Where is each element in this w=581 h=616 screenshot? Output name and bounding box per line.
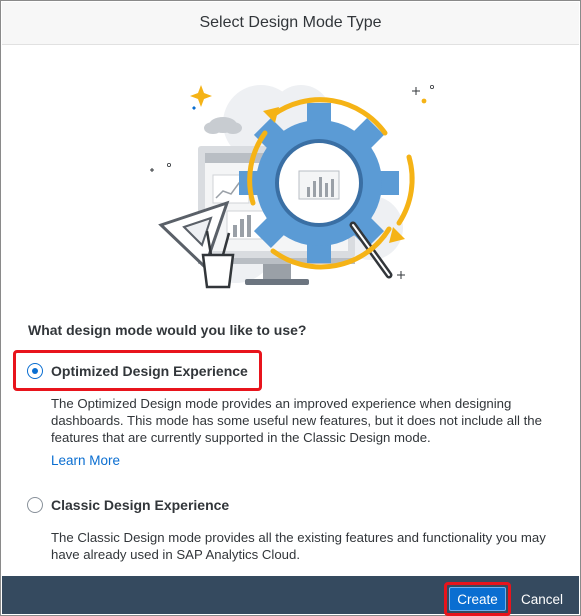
- design-mode-illustration: [150, 85, 434, 289]
- optimized-design-radio[interactable]: [27, 363, 43, 379]
- optimized-design-description: The Optimized Design mode provides an im…: [51, 396, 542, 445]
- cancel-button[interactable]: Cancel: [515, 587, 569, 611]
- dialog-header: Select Design Mode Type: [2, 2, 579, 45]
- classic-design-radio[interactable]: [27, 497, 43, 513]
- gear-icon: [239, 103, 399, 263]
- create-button[interactable]: Create: [449, 587, 506, 611]
- classic-design-label[interactable]: Classic Design Experience: [51, 497, 229, 513]
- learn-more-link[interactable]: Learn More: [51, 453, 120, 468]
- dialog-title: Select Design Mode Type: [199, 14, 382, 31]
- optimized-design-label[interactable]: Optimized Design Experience: [51, 363, 248, 379]
- classic-design-description: The Classic Design mode provides all the…: [51, 530, 546, 562]
- design-mode-dialog: Select Design Mode Type What design mode…: [0, 0, 581, 616]
- design-mode-question: What design mode would you like to use?: [28, 322, 307, 338]
